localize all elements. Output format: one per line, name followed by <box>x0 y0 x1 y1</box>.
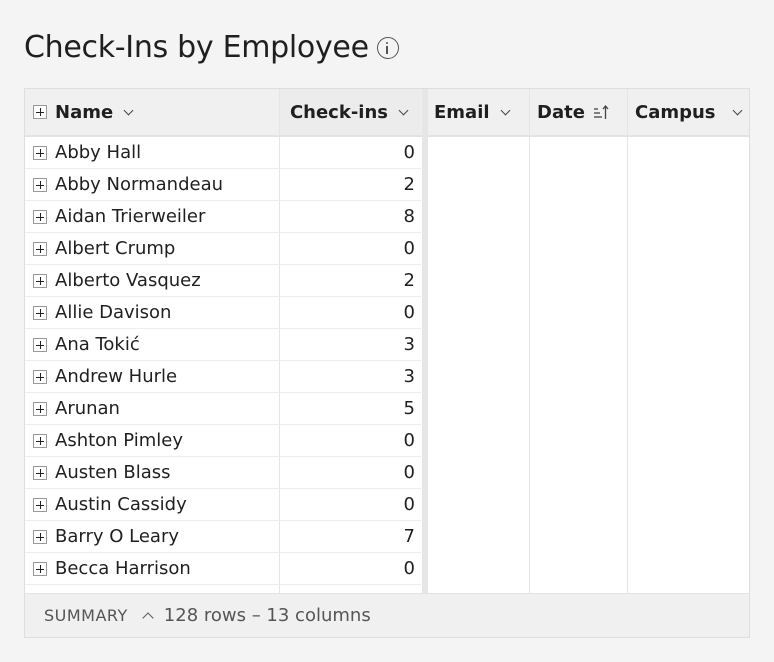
expand-row-icon[interactable] <box>33 561 47 576</box>
cell-name: Austin Cassidy <box>55 494 187 515</box>
chevron-down-icon[interactable] <box>398 105 409 115</box>
expand-row-icon[interactable] <box>33 369 47 384</box>
column-header-checkins-label: Check-ins <box>289 101 388 123</box>
cell-name: Austen Blass <box>55 462 171 483</box>
frozen-column-divider[interactable] <box>422 89 428 593</box>
cell-name: Abby Normandeau <box>55 174 224 195</box>
cell-checkins: 2 <box>403 174 415 195</box>
cell-checkins: 0 <box>403 494 415 515</box>
expand-row-icon[interactable] <box>33 401 47 416</box>
expand-row-icon[interactable] <box>33 305 47 320</box>
expand-row-icon[interactable] <box>33 433 47 448</box>
chevron-down-icon[interactable] <box>732 105 742 115</box>
chevron-down-icon[interactable] <box>500 105 510 115</box>
cell-name: Abby Hall <box>55 142 142 163</box>
grid-header: Name Check-ins Email Date Campus <box>25 89 749 137</box>
expand-row-icon[interactable] <box>33 465 47 480</box>
expand-row-icon[interactable] <box>33 497 47 512</box>
expand-row-icon[interactable] <box>33 337 47 352</box>
column-header-checkins[interactable]: Check-ins <box>280 89 421 135</box>
cell-checkins: 5 <box>403 398 415 419</box>
table-row[interactable]: Austen Blass 0 <box>25 457 421 489</box>
cell-checkins: 0 <box>403 558 415 579</box>
cell-name: Ana Tokić <box>55 334 140 355</box>
column-header-date-label: Date <box>537 101 585 123</box>
sort-ascending-icon[interactable] <box>593 104 609 120</box>
cell-checkins: 8 <box>403 206 415 227</box>
cell-name: Albert Crump <box>55 238 176 259</box>
cell-name: Becca Harrison <box>55 558 191 579</box>
table-row[interactable]: Austin Cassidy 0 <box>25 489 421 521</box>
cell-name: Arunan <box>55 398 120 419</box>
table-row[interactable]: Arunan 5 <box>25 393 421 425</box>
column-divider <box>529 89 530 637</box>
cell-name: Barry O Leary <box>55 526 179 547</box>
table-row[interactable]: Ana Tokić 3 <box>25 329 421 361</box>
table-row[interactable]: Becca Harrison 0 <box>25 553 421 585</box>
expand-row-icon[interactable] <box>33 209 47 224</box>
column-header-name[interactable]: Name <box>25 89 279 135</box>
chevron-up-icon[interactable] <box>142 612 154 624</box>
table-row[interactable]: Allie Davison 0 <box>25 297 421 329</box>
column-header-name-label: Name <box>55 101 114 123</box>
summary-text: 128 rows – 13 columns <box>163 605 371 626</box>
column-header-email[interactable]: Email <box>428 89 529 135</box>
column-header-email-label: Email <box>434 101 490 123</box>
page-title: Check-Ins by Employee <box>24 30 399 65</box>
cell-name: Ashton Pimley <box>55 430 184 451</box>
summary-bar[interactable]: SUMMARY 128 rows – 13 columns <box>25 593 749 637</box>
summary-label: SUMMARY <box>44 606 128 625</box>
cell-checkins: 0 <box>403 302 415 323</box>
expand-row-icon[interactable] <box>33 145 47 160</box>
expand-all-icon[interactable] <box>33 105 47 119</box>
cell-name: Aidan Trierweiler <box>55 206 206 227</box>
info-icon[interactable] <box>376 36 399 59</box>
table-row[interactable]: Alberto Vasquez 2 <box>25 265 421 297</box>
table-row[interactable]: Aidan Trierweiler 8 <box>25 201 421 233</box>
table-row[interactable]: Abby Normandeau 2 <box>25 169 421 201</box>
expand-row-icon[interactable] <box>33 177 47 192</box>
expand-row-icon[interactable] <box>33 529 47 544</box>
column-divider <box>627 89 628 637</box>
cell-checkins: 0 <box>403 430 415 451</box>
expand-row-icon[interactable] <box>33 241 47 256</box>
data-grid: Name Check-ins Email Date Campus Abby Ha… <box>24 88 750 638</box>
cell-checkins: 0 <box>403 462 415 483</box>
table-row[interactable]: Albert Crump 0 <box>25 233 421 265</box>
column-header-date[interactable]: Date <box>530 89 627 135</box>
expand-row-icon[interactable] <box>33 273 47 288</box>
cell-checkins: 3 <box>403 334 415 355</box>
cell-checkins: 0 <box>403 142 415 163</box>
table-row[interactable]: Andrew Hurle 3 <box>25 361 421 393</box>
cell-name: Allie Davison <box>55 302 172 323</box>
table-row[interactable]: Barry O Leary 7 <box>25 521 421 553</box>
column-header-campus[interactable]: Campus <box>628 89 749 135</box>
chevron-down-icon[interactable] <box>123 105 134 115</box>
cell-checkins: 0 <box>403 238 415 259</box>
column-header-campus-label: Campus <box>635 101 716 123</box>
cell-checkins: 3 <box>403 366 415 387</box>
page-title-text: Check-Ins by Employee <box>24 30 369 65</box>
cell-name: Alberto Vasquez <box>55 270 201 291</box>
cell-checkins: 7 <box>403 526 415 547</box>
cell-name: Andrew Hurle <box>55 366 178 387</box>
table-row[interactable]: Abby Hall 0 <box>25 137 421 169</box>
table-row[interactable]: Ashton Pimley 0 <box>25 425 421 457</box>
cell-checkins: 2 <box>403 270 415 291</box>
